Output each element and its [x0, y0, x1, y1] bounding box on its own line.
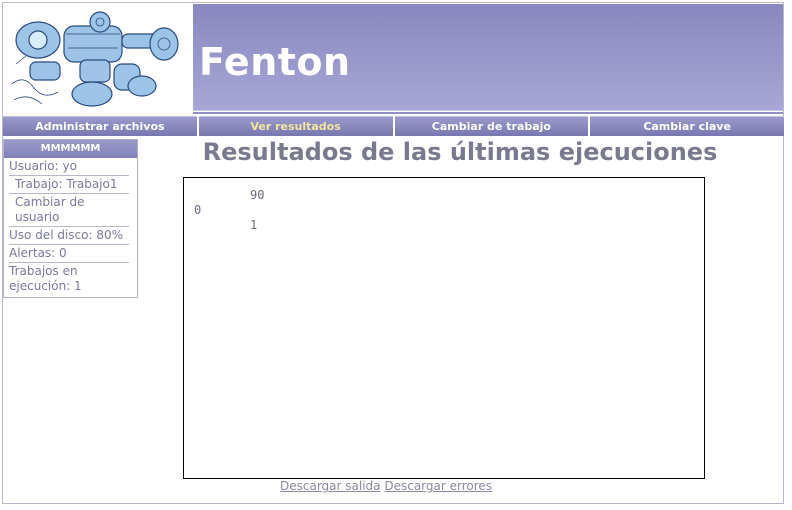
robot-mascot-logo-icon: [11, 11, 179, 107]
nav-cambiar-clave[interactable]: Cambiar clave: [590, 116, 784, 136]
nav-administrar-archivos[interactable]: Administrar archivos: [3, 116, 197, 136]
download-errors-link[interactable]: Descargar errores: [384, 479, 492, 493]
results-output: 90 0 1: [183, 177, 705, 479]
sidebar-disco: Uso del disco: 80%: [9, 227, 129, 245]
header-divider: [193, 110, 783, 111]
output-line: 0: [194, 203, 202, 217]
header-banner: Fenton: [193, 4, 783, 110]
sidebar-cambiar-usuario[interactable]: Cambiar de usuario: [9, 194, 129, 227]
nav-ver-resultados[interactable]: Ver resultados: [198, 116, 393, 136]
sidebar-header: MMMMMM: [4, 140, 137, 158]
output-line: 90: [250, 188, 265, 202]
nav-cambiar-de-trabajo[interactable]: Cambiar de trabajo: [394, 116, 589, 136]
sidebar-trabajo[interactable]: Trabajo: Trabajo1: [9, 176, 129, 194]
logo: [4, 4, 192, 114]
app-title: Fenton: [199, 40, 351, 84]
download-output-link[interactable]: Descargar salida: [280, 479, 381, 493]
output-line: 1: [250, 218, 258, 232]
sidebar-alertas: Alertas: 0: [9, 246, 67, 260]
download-links: Descargar salida Descargar errores: [280, 479, 492, 493]
sidebar-usuario: Usuario: yo: [9, 158, 129, 176]
sidebar: MMMMMM Usuario: yo Trabajo: Trabajo1 Cam…: [3, 139, 138, 298]
main-nav: Administrar archivos Ver resultados Camb…: [3, 116, 784, 136]
header-divider-bar: [193, 112, 783, 114]
sidebar-trabajos-en-ejecucion: Trabajos en ejecución: 1: [9, 262, 129, 295]
page-title: Resultados de las últimas ejecuciones: [202, 138, 718, 166]
